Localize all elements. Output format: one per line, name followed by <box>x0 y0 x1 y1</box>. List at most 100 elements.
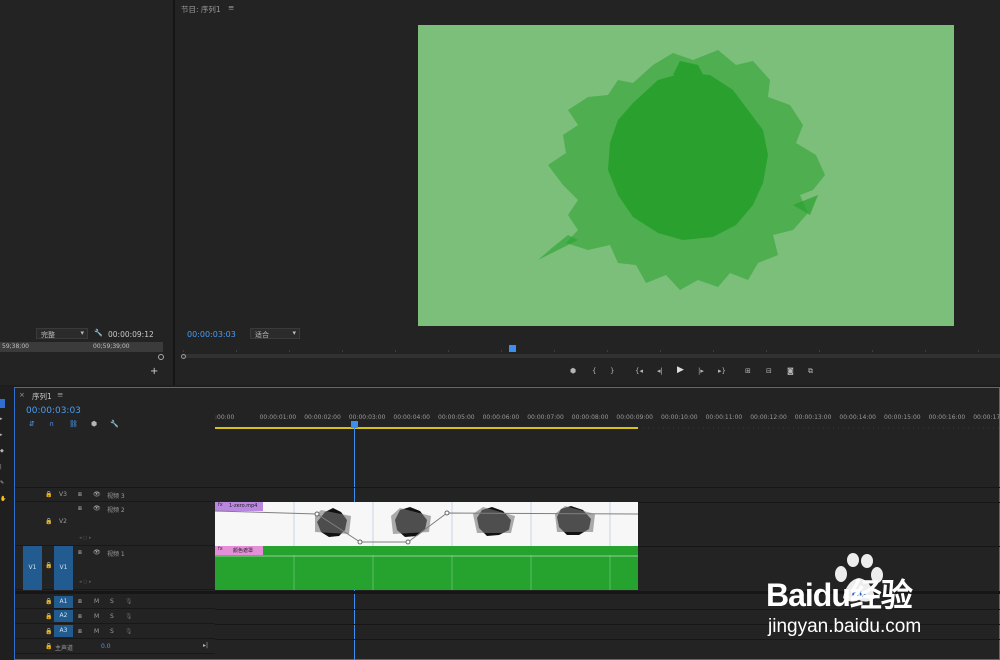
add-marker-icon[interactable]: ⬢ <box>91 420 97 429</box>
source-ruler[interactable]: 59;38;00 00;59;39;00 <box>0 342 163 352</box>
snap-icon[interactable]: ∩ <box>49 420 54 429</box>
watermark-url: jingyan.baidu.com <box>768 616 922 637</box>
track-select-tool-icon[interactable]: ▸ <box>0 415 3 424</box>
wrench-icon[interactable]: 🔧 <box>94 329 103 338</box>
track-header-a1[interactable]: A1 🔒 ⧈ M S 🎙 <box>15 595 215 609</box>
ripple-edit-tool-icon[interactable]: ▸ <box>0 431 3 440</box>
sync-lock-icon[interactable]: ⧈ <box>78 597 82 606</box>
clip-v2[interactable]: fx 1-zero.mp4 <box>215 502 638 546</box>
mute-button[interactable]: M <box>94 598 99 605</box>
lock-icon[interactable]: 🔒 <box>45 517 52 526</box>
step-back-icon[interactable]: ◂| <box>657 367 663 376</box>
source-patch-v1[interactable]: V1 <box>23 546 42 590</box>
selection-tool-icon[interactable] <box>0 399 5 408</box>
keyframe-nav-icon[interactable]: ◂ ○ ▸ <box>79 534 92 543</box>
go-to-end-icon[interactable]: ▸| <box>203 641 208 650</box>
track-id-v2: V2 <box>59 518 67 525</box>
track-header-a2[interactable]: 🔒 A2 ⧈ M S 🎙 <box>15 609 215 624</box>
ruler-label: 00:00:06:00 <box>482 414 520 421</box>
sync-lock-icon[interactable]: ⧈ <box>78 504 82 513</box>
hand-tool-icon[interactable]: ✋ <box>0 495 6 504</box>
track-target-a3[interactable]: A3 <box>54 625 73 637</box>
wrench-icon[interactable]: 🔧 <box>110 420 119 429</box>
track-header-master[interactable]: 🔒 主声道 0.0 ▸| <box>15 639 215 654</box>
track-target-a2[interactable]: A2 <box>54 610 73 622</box>
sync-lock-icon[interactable]: ⧈ <box>78 627 82 636</box>
track-target-v1[interactable]: V1 <box>54 546 73 590</box>
source-fit-dropdown[interactable]: 完整 ▾ <box>36 328 88 339</box>
track-header-v2[interactable]: ⧈ 👁 视频 2 🔒 V2 ◂ ○ ▸ <box>15 502 215 546</box>
timeline-timecode[interactable]: 00:00:03:03 <box>26 406 81 416</box>
mark-out-icon[interactable]: } <box>610 367 614 376</box>
ruler-label: 00:00:12:00 <box>750 414 787 421</box>
sync-lock-icon[interactable]: ⧈ <box>78 548 82 557</box>
play-icon[interactable]: ▶ <box>677 366 684 375</box>
lock-icon[interactable]: 🔒 <box>45 490 52 499</box>
overwrite-icon[interactable]: ⊟ <box>766 367 772 376</box>
panel-menu-icon[interactable]: ≡ <box>57 390 63 399</box>
compare-icon[interactable]: ⧉ <box>808 367 813 376</box>
eye-icon[interactable]: 👁 <box>93 504 101 513</box>
microphone-icon[interactable]: 🎙 <box>125 597 133 606</box>
program-monitor-panel: 节目: 序列1 ≡ 00:00:03:03 适合 ▾ ⬢ { } {◂ ◂| ▶… <box>175 0 1000 385</box>
mute-button[interactable]: M <box>94 628 99 635</box>
program-tab-title[interactable]: 节目: 序列1 <box>181 4 221 15</box>
program-preview <box>418 25 954 326</box>
source-fit-value: 完整 <box>41 331 55 339</box>
microphone-icon[interactable]: 🎙 <box>125 612 133 621</box>
program-playhead[interactable] <box>509 345 516 352</box>
ruler-label: 00:00:03:00 <box>348 414 386 421</box>
track-header-v3[interactable]: 🔒 V3 ⧈ 👁 视频 3 <box>15 488 215 502</box>
source-patch-a1[interactable]: A1 <box>54 596 73 608</box>
timeline-tab-title[interactable]: 序列1 <box>32 391 52 402</box>
clip-v1[interactable]: fx 颜色遮罩 <box>215 546 638 590</box>
go-to-out-icon[interactable]: ▸} <box>718 367 726 376</box>
program-timecode[interactable]: 00:00:03:03 <box>187 330 236 339</box>
ruler-label: 00:00:13:00 <box>794 414 832 421</box>
mute-button[interactable]: M <box>94 613 99 620</box>
program-mini-ruler[interactable] <box>183 346 1000 360</box>
zoom-handle-icon[interactable] <box>158 354 164 360</box>
source-monitor-panel: 完整 ▾ 🔧 00:00:09:12 59;38;00 00;59;39;00 … <box>0 0 173 385</box>
keyframe-nav-icon[interactable]: ◂ ○ ▸ <box>79 578 92 587</box>
sync-lock-icon[interactable]: ⧈ <box>78 490 82 499</box>
close-icon[interactable]: × <box>19 391 25 399</box>
microphone-icon[interactable]: 🎙 <box>125 627 133 636</box>
export-frame-icon[interactable]: ◙ <box>787 367 794 376</box>
sync-lock-icon[interactable]: ⧈ <box>78 612 82 621</box>
linked-selection-icon[interactable]: ⛓ <box>69 420 78 429</box>
solo-button[interactable]: S <box>110 598 114 605</box>
solo-button[interactable]: S <box>110 613 114 620</box>
step-forward-icon[interactable]: |▸ <box>698 367 704 376</box>
master-volume-value[interactable]: 0.0 <box>101 643 111 650</box>
mark-in-icon[interactable]: { <box>592 367 596 376</box>
marker-icon[interactable]: ⬢ <box>570 367 576 376</box>
pen-tool-icon[interactable]: ✎ <box>0 479 4 488</box>
razor-tool-icon[interactable]: ◆ <box>0 447 4 456</box>
lock-icon[interactable]: 🔒 <box>45 561 52 570</box>
lock-icon[interactable]: 🔒 <box>45 627 52 636</box>
lock-icon[interactable]: 🔒 <box>45 642 52 651</box>
source-ruler-end: 00;59;39;00 <box>93 343 130 350</box>
track-header-v1[interactable]: V1 🔒 V1 ⧈ 👁 视频 1 ◂ ○ ▸ <box>15 546 215 590</box>
ruler-label: 00:00:08:00 <box>571 414 609 421</box>
nest-sequence-icon[interactable]: ⇵ <box>29 420 35 429</box>
eye-icon[interactable]: 👁 <box>93 548 101 557</box>
program-fit-dropdown[interactable]: 适合 ▾ <box>250 328 300 339</box>
go-to-in-icon[interactable]: {◂ <box>635 367 643 376</box>
slip-tool-icon[interactable]: | <box>0 463 2 472</box>
lock-icon[interactable]: 🔒 <box>45 597 52 606</box>
ruler-label: 00:00:11:00 <box>705 414 743 421</box>
lock-icon[interactable]: 🔒 <box>45 612 52 621</box>
insert-icon[interactable]: ⊞ <box>745 367 751 376</box>
track-name-v3: 视频 3 <box>107 493 125 500</box>
ruler-label: 00:00:10:00 <box>661 414 698 421</box>
add-button-icon[interactable]: + <box>150 366 158 377</box>
ruler-label: 00:00:17:00 <box>973 414 1000 421</box>
eye-icon[interactable]: 👁 <box>93 490 101 499</box>
track-id-v3: V3 <box>59 491 67 498</box>
solo-button[interactable]: S <box>110 628 114 635</box>
zoom-handle-icon[interactable] <box>181 354 186 359</box>
panel-menu-icon[interactable]: ≡ <box>228 3 234 12</box>
track-header-a3[interactable]: 🔒 A3 ⧈ M S 🎙 <box>15 624 215 639</box>
